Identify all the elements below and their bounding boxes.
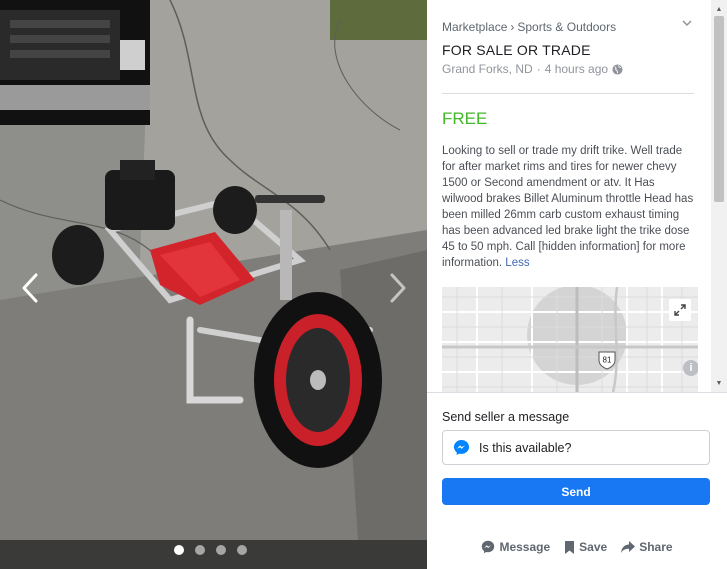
messenger-icon — [453, 439, 470, 456]
send-button[interactable]: Send — [442, 478, 710, 505]
share-action-label: Share — [639, 540, 673, 554]
next-photo-button[interactable] — [380, 268, 416, 308]
map-info-button[interactable]: i — [683, 360, 698, 376]
listing-description: Looking to sell or trade my drift trike.… — [442, 143, 698, 271]
share-action-button[interactable]: Share — [621, 538, 673, 556]
scroll-up-arrow-icon[interactable]: ▲ — [711, 2, 727, 16]
divider — [442, 93, 694, 94]
photo-dot[interactable] — [216, 545, 226, 555]
listing-photo — [0, 0, 427, 569]
listing-meta: Grand Forks, ND · 4 hours ago — [442, 62, 623, 76]
meta-separator: · — [536, 62, 541, 76]
route-shield: 81 — [596, 350, 618, 375]
expand-icon — [674, 304, 686, 316]
previous-photo-button[interactable] — [12, 268, 48, 308]
message-action-label: Message — [499, 540, 551, 554]
globe-icon — [612, 63, 623, 75]
message-input[interactable] — [479, 440, 699, 455]
location-map[interactable]: 81 i — [442, 287, 698, 392]
map-expand-button[interactable] — [669, 299, 691, 321]
bookmark-icon — [565, 540, 575, 554]
photo-dot[interactable] — [237, 545, 247, 555]
scroll-down-arrow-icon[interactable]: ▼ — [711, 376, 727, 390]
scrollbar-thumb[interactable] — [714, 16, 724, 202]
chevron-left-icon — [22, 273, 38, 303]
chevron-down-icon[interactable] — [681, 17, 695, 31]
listing-location[interactable]: Grand Forks, ND — [442, 62, 533, 76]
listing-details-scroll[interactable]: Marketplace › Sports & Outdoors FOR SALE O… — [427, 0, 727, 392]
breadcrumb-separator: › — [510, 20, 515, 34]
listing-price: FREE — [442, 109, 488, 128]
save-action-button[interactable]: Save — [564, 538, 607, 556]
chevron-right-icon — [390, 273, 406, 303]
photo-viewer — [0, 0, 427, 569]
listing-title: FOR SALE OR TRADE — [442, 42, 591, 58]
listing-posted-time: 4 hours ago — [544, 62, 609, 76]
show-less-link[interactable]: Less — [505, 257, 529, 269]
photo-dot[interactable] — [174, 545, 184, 555]
divider — [427, 392, 727, 393]
photo-dot[interactable] — [195, 545, 205, 555]
breadcrumb-marketplace[interactable]: Marketplace — [442, 20, 507, 34]
messenger-icon — [482, 540, 495, 554]
details-scrollbar[interactable]: ▲ ▼ — [711, 0, 727, 392]
route-number: 81 — [603, 356, 612, 365]
message-input-box[interactable] — [442, 430, 710, 465]
description-text: Looking to sell or trade my drift trike.… — [442, 145, 694, 269]
breadcrumb-category[interactable]: Sports & Outdoors — [517, 20, 616, 34]
save-action-label: Save — [579, 540, 608, 554]
breadcrumb: Marketplace › Sports & Outdoors — [442, 20, 616, 34]
message-action-button[interactable]: Message — [481, 538, 550, 556]
photo-pagination — [174, 545, 247, 555]
map-canvas — [442, 287, 698, 392]
send-message-label: Send seller a message — [442, 410, 570, 424]
listing-actions: Message Save Share — [427, 538, 727, 556]
share-arrow-icon — [621, 541, 636, 553]
listing-details-panel: Marketplace › Sports & Outdoors FOR SALE O… — [427, 0, 727, 569]
